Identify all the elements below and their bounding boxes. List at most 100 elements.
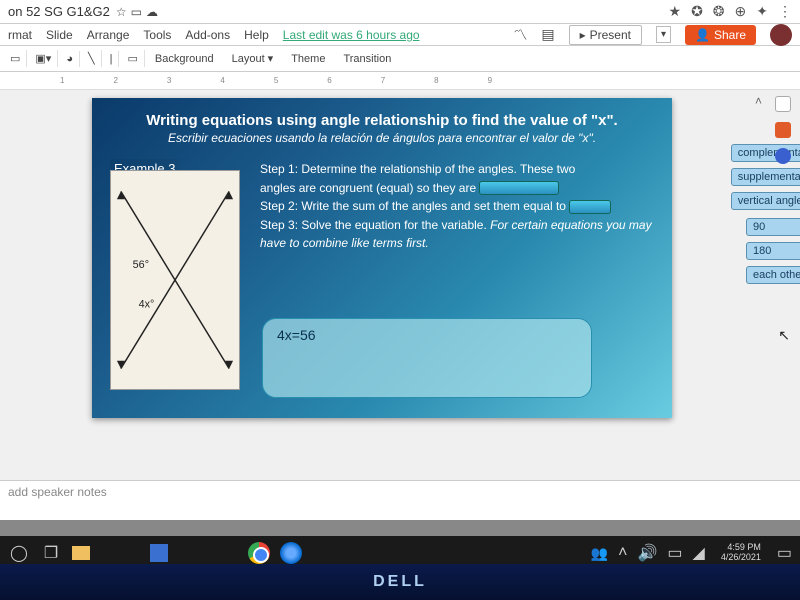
ruler-tick: 3: [167, 76, 172, 85]
dell-logo: DELL: [373, 573, 427, 591]
toolbar: ▭ ▣▾ ◕ ╲ | ▭ Background Layout ▾ Theme T…: [0, 46, 800, 72]
menu-tools[interactable]: Tools: [143, 28, 171, 42]
blank-drop-1[interactable]: [479, 181, 559, 195]
menu-addons[interactable]: Add-ons: [185, 28, 230, 42]
doc-status-icons: ☆ ▭ ☁: [116, 5, 158, 19]
image-tool-icon[interactable]: ▣▾: [29, 50, 58, 67]
share-button[interactable]: 👤 Share: [685, 25, 756, 45]
battery-icon[interactable]: ▭: [667, 543, 682, 563]
last-edit-link[interactable]: Last edit was 6 hours ago: [283, 28, 420, 42]
cloud-icon[interactable]: ☁: [146, 5, 158, 19]
ruler-tick: 5: [274, 76, 279, 85]
background-button[interactable]: Background: [147, 51, 222, 67]
blank-drop-2[interactable]: [569, 200, 611, 214]
present-button[interactable]: ▸ Present: [569, 25, 642, 45]
ruler-tick: 8: [434, 76, 439, 85]
keep-icon[interactable]: [775, 122, 791, 138]
system-tray-clock[interactable]: 4:59 PM 4/26/2021: [715, 543, 767, 563]
browser-icon[interactable]: [280, 542, 302, 564]
document-title[interactable]: on 52 SG G1&G2: [8, 4, 110, 19]
menu-bar: rmat Slide Arrange Tools Add-ons Help La…: [0, 24, 800, 46]
equation-text: 4x=56: [277, 327, 316, 343]
menu-format[interactable]: rmat: [8, 28, 32, 42]
people-icon[interactable]: 👥: [591, 545, 608, 562]
editor-area: 1 2 3 4 5 6 7 8 9 ˄ Writing equations us…: [0, 72, 800, 520]
step1-line1: Step 1: Determine the relationship of th…: [260, 162, 575, 176]
extension-icons: ★ ✪ ❂ ⊕ ✦ ⋮: [669, 3, 793, 20]
comment-tool-icon[interactable]: ▭: [121, 50, 144, 67]
angle1-label: 56°: [133, 259, 149, 271]
ruler: 1 2 3 4 5 6 7 8 9: [0, 72, 800, 90]
steps-text[interactable]: Step 1: Determine the relationship of th…: [260, 160, 654, 253]
person-icon: 👤: [695, 28, 710, 42]
laptop-bezel: DELL: [0, 564, 800, 600]
slide-subtitle[interactable]: Escribir ecuaciones usando la relación d…: [110, 131, 654, 145]
screen: on 52 SG G1&G2 ☆ ▭ ☁ ★ ✪ ❂ ⊕ ✦ ⋮ rmat Sl…: [0, 0, 800, 520]
zoom-icon[interactable]: ⊕: [735, 3, 747, 20]
menu-arrange[interactable]: Arrange: [87, 28, 130, 42]
ruler-tick: 7: [381, 76, 386, 85]
play-icon: ▸: [580, 28, 586, 42]
wifi-icon[interactable]: ◢: [693, 543, 705, 563]
slide-canvas-wrap: Writing equations using angle relationsh…: [0, 90, 764, 520]
share-label: Share: [714, 28, 746, 42]
shape-tool-icon[interactable]: ◕: [60, 51, 80, 67]
drag-bank-values: 90 180 each other: [746, 218, 800, 284]
equation-box[interactable]: 4x=56: [262, 318, 592, 398]
star-icon[interactable]: ☆: [116, 5, 127, 19]
layout-button[interactable]: Layout ▾: [224, 50, 282, 67]
puzzle-icon[interactable]: ✪: [691, 3, 703, 20]
step2-line: Step 2: Write the sum of the angles and …: [260, 199, 566, 213]
chrome-icon[interactable]: [248, 542, 270, 564]
bell-icon[interactable]: ❂: [713, 3, 725, 20]
drag-eachother[interactable]: each other: [746, 266, 800, 284]
taskview-icon[interactable]: ❐: [40, 542, 62, 564]
explorer-icon[interactable]: [72, 546, 90, 560]
tasks-icon[interactable]: [775, 148, 791, 164]
menu-slide[interactable]: Slide: [46, 28, 73, 42]
mouse-cursor-icon: ↖: [778, 327, 790, 344]
transition-button[interactable]: Transition: [335, 51, 399, 67]
step3-line: Step 3: Solve the equation for the varia…: [260, 218, 487, 232]
ext-icon[interactable]: ✦: [756, 3, 768, 20]
slide[interactable]: Writing equations using angle relationsh…: [92, 98, 672, 418]
drag-supplementary[interactable]: supplementary: [731, 168, 800, 186]
ruler-tick: 1: [60, 76, 65, 85]
notification-icon[interactable]: ▭: [777, 543, 792, 563]
diagram-svg: 56° 4x°: [111, 171, 239, 389]
present-dropdown[interactable]: ▾: [656, 26, 671, 43]
line-tool-icon[interactable]: ╲: [82, 50, 102, 67]
drag-vertical[interactable]: vertical angles: [731, 192, 800, 210]
comment-icon[interactable]: ▤: [541, 26, 554, 43]
star-ext-icon[interactable]: ★: [669, 3, 682, 20]
speaker-notes-placeholder: add speaker notes: [8, 485, 107, 499]
app-icon[interactable]: [150, 544, 168, 562]
move-icon[interactable]: ▭: [131, 5, 142, 19]
tray-chevron-icon[interactable]: ˄: [618, 544, 627, 562]
angle-diagram[interactable]: 56° 4x°: [110, 170, 240, 390]
menu-help[interactable]: Help: [244, 28, 269, 42]
speaker-notes[interactable]: add speaker notes: [0, 480, 800, 520]
volume-icon[interactable]: 🔊: [637, 543, 657, 563]
calendar-icon[interactable]: [775, 96, 791, 112]
ruler-tick: 9: [488, 76, 493, 85]
present-label: Present: [590, 28, 631, 42]
menu-icon[interactable]: ⋮: [778, 3, 792, 20]
divider: |: [104, 51, 120, 67]
drag-90[interactable]: 90: [746, 218, 800, 236]
step1-line2: angles are congruent (equal) so they are: [260, 181, 476, 195]
cortana-icon[interactable]: ◯: [8, 542, 30, 564]
ruler-tick: 6: [327, 76, 332, 85]
trend-icon[interactable]: 〽: [513, 25, 527, 45]
theme-button[interactable]: Theme: [283, 51, 333, 67]
side-panel: [768, 90, 798, 164]
drag-180[interactable]: 180: [746, 242, 800, 260]
ruler-tick: 2: [113, 76, 118, 85]
account-avatar[interactable]: [770, 24, 792, 46]
slide-title[interactable]: Writing equations using angle relationsh…: [110, 112, 654, 129]
title-bar: on 52 SG G1&G2 ☆ ▭ ☁ ★ ✪ ❂ ⊕ ✦ ⋮: [0, 0, 800, 24]
ruler-tick: 4: [220, 76, 225, 85]
angle2-label: 4x°: [139, 299, 155, 311]
clock-date: 4/26/2021: [721, 553, 761, 563]
textbox-tool-icon[interactable]: ▭: [4, 50, 27, 67]
